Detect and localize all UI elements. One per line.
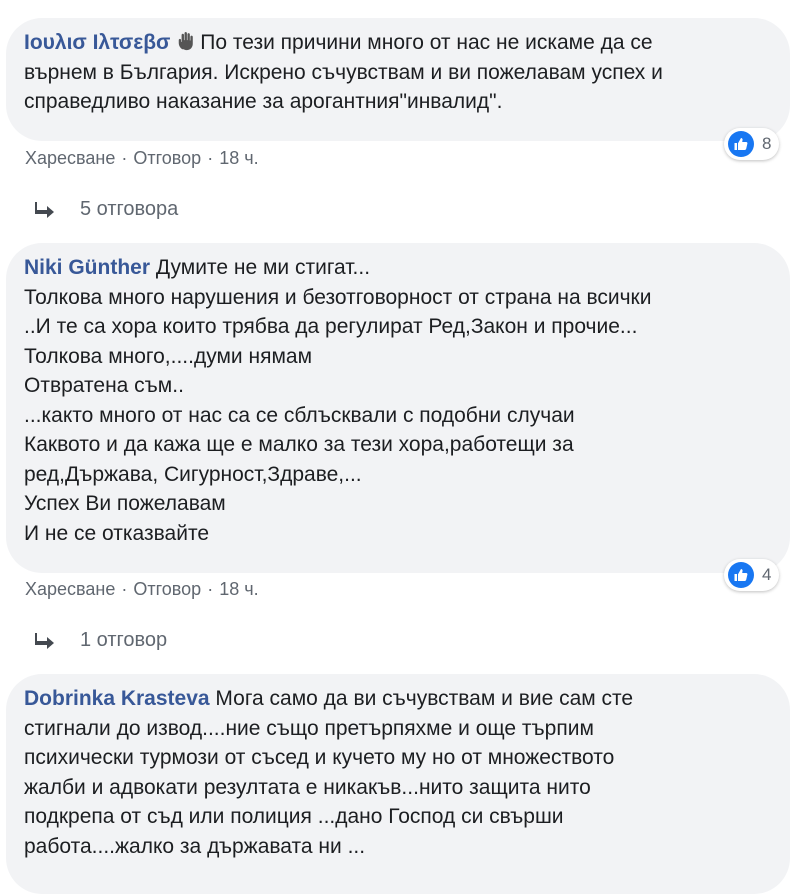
comment-author[interactable]: Niki Günther <box>24 256 150 279</box>
comment-bubble: Ιουλισ Ιλτσεβσ По тези причини много от … <box>6 18 790 141</box>
comment-bubble: Niki Günther Думите не ми стигат... Толк… <box>6 243 790 573</box>
comment-text: Думите не ми стигат... Толкова много нар… <box>24 256 652 545</box>
replies-count-label: 5 отговора <box>80 198 179 220</box>
separator-dot: · <box>207 579 214 599</box>
comment-text: Мога само да ви съчувствам и вие сам сте… <box>24 687 634 858</box>
comment-time[interactable]: 18 ч. <box>219 148 258 168</box>
reply-link[interactable]: Отговор <box>133 148 201 168</box>
thumbs-up-icon <box>728 562 754 588</box>
reaction-count: 4 <box>762 565 772 584</box>
view-replies-button[interactable]: 5 отговора <box>34 198 178 221</box>
thumbs-up-icon <box>728 131 754 157</box>
replies-count-label: 1 отговор <box>80 629 168 651</box>
reply-arrow-icon <box>35 632 54 649</box>
reaction-badge[interactable]: 4 <box>724 559 780 591</box>
like-link[interactable]: Харесване <box>25 579 115 599</box>
comment-actions: Харесване · Отговор · 18 ч. <box>25 579 259 600</box>
comment-author[interactable]: Ιουλισ Ιλτσεβσ <box>24 31 170 54</box>
view-replies-button[interactable]: 1 отговор <box>34 629 167 652</box>
comment-actions: Харесване · Отговор · 18 ч. <box>25 148 259 169</box>
reaction-count: 8 <box>762 134 772 153</box>
reply-arrow-icon <box>35 201 54 218</box>
comment-author[interactable]: Dobrinka Krasteva <box>24 687 210 710</box>
like-link[interactable]: Харесване <box>25 148 115 168</box>
separator-dot: · <box>121 148 128 168</box>
comment-time[interactable]: 18 ч. <box>219 579 258 599</box>
comment-bubble: Dobrinka Krasteva Мога само да ви съчувс… <box>6 674 790 894</box>
reply-link[interactable]: Отговор <box>133 579 201 599</box>
reaction-badge[interactable]: 8 <box>724 128 780 160</box>
separator-dot: · <box>207 148 214 168</box>
separator-dot: · <box>121 579 128 599</box>
waving-hand-icon <box>179 32 194 51</box>
